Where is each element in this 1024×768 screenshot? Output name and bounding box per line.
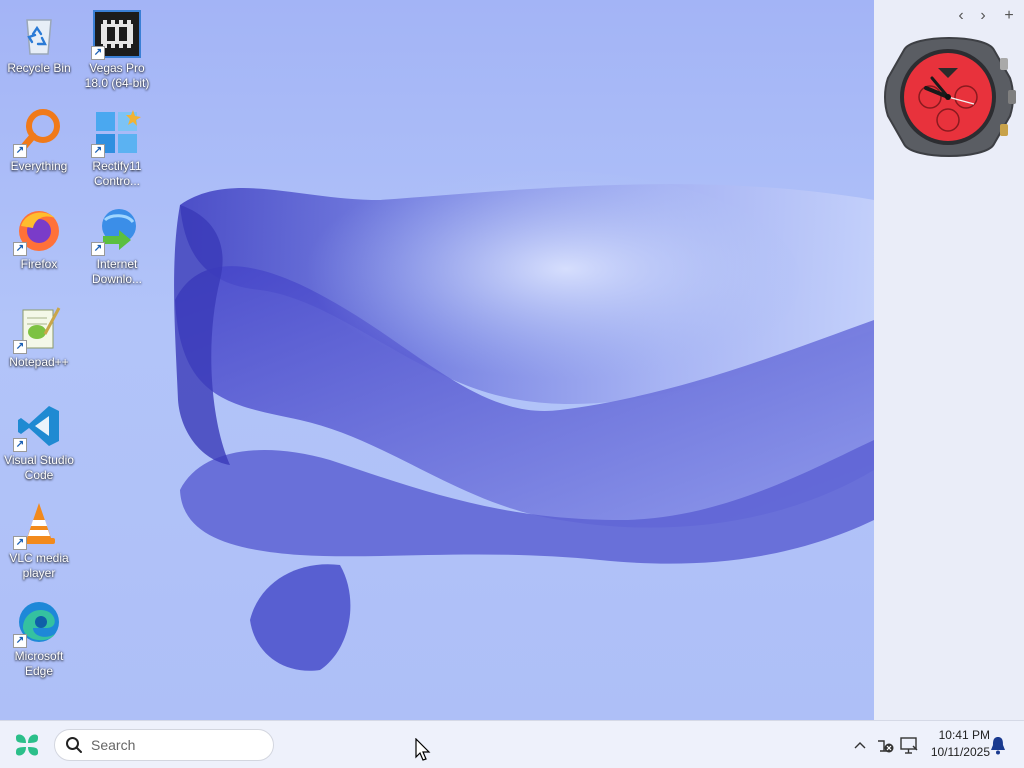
icon-label: Vegas Pro 18.0 (64-bit) — [84, 61, 150, 90]
add-widget-button[interactable]: + — [1000, 6, 1018, 26]
search-input[interactable] — [91, 737, 261, 753]
show-hidden-icons-button[interactable] — [852, 733, 868, 757]
icon-label: Firefox — [20, 257, 58, 271]
vscode-icon: ↗ — [13, 402, 63, 452]
desktop-icon-vegas-pro[interactable]: ↗ Vegas Pro 18.0 (64-bit) — [78, 6, 156, 98]
shortcut-arrow-icon: ↗ — [13, 536, 27, 550]
edge-icon: ↗ — [13, 598, 63, 648]
desktop-icon-edge[interactable]: ↗ Microsoft Edge — [0, 594, 78, 686]
taskbar-clock[interactable]: 10:41 PM 10/11/2025 — [920, 727, 990, 763]
rectify11-icon: ↗ — [91, 108, 141, 158]
clock-time: 10:41 PM — [938, 728, 990, 742]
everything-search-icon: ↗ — [13, 108, 63, 158]
desktop-icon-everything[interactable]: ↗ Everything — [0, 104, 78, 196]
icon-label: Everything — [10, 159, 68, 173]
internet-download-manager-icon: ↗ — [91, 206, 141, 256]
taskbar-search-box[interactable] — [54, 729, 274, 761]
shortcut-arrow-icon: ↗ — [13, 438, 27, 452]
desktop[interactable]: Recycle Bin ↗ Everything ↗ Firefox ↗ Not… — [0, 0, 874, 720]
analog-watch-gadget[interactable] — [882, 28, 1016, 166]
desktop-icon-firefox[interactable]: ↗ Firefox — [0, 202, 78, 294]
previous-widget-button[interactable]: ‹ — [952, 6, 970, 26]
taskbar: 10:41 PM 10/11/2025 — [0, 720, 1024, 768]
widgets-side-panel: ‹ › + — [874, 0, 1024, 720]
icon-label: VLC media player — [9, 551, 69, 580]
network-disconnected-tray-icon[interactable] — [876, 733, 896, 757]
icon-label: Microsoft Edge — [14, 649, 64, 678]
icon-label: Internet Downlo... — [91, 257, 143, 286]
monitor-icon — [900, 737, 918, 754]
icon-label: Rectify11 Contro... — [92, 159, 142, 188]
icon-label: Notepad++ — [9, 355, 69, 369]
recycle-bin-icon — [15, 10, 63, 58]
shortcut-arrow-icon: ↗ — [13, 144, 27, 158]
vegas-pro-icon: ↗ — [91, 10, 141, 60]
notepad-plus-plus-icon: ↗ — [13, 304, 63, 354]
start-button[interactable] — [12, 731, 42, 759]
desktop-icon-vlc[interactable]: ↗ VLC media player — [0, 496, 78, 588]
search-icon — [66, 737, 82, 753]
bell-icon — [991, 737, 1005, 755]
shortcut-arrow-icon: ↗ — [91, 242, 105, 256]
desktop-icon-recycle-bin[interactable]: Recycle Bin — [0, 6, 78, 98]
display-tray-icon[interactable] — [899, 733, 919, 757]
chevron-up-icon — [854, 742, 866, 749]
shortcut-arrow-icon: ↗ — [13, 340, 27, 354]
vlc-icon: ↗ — [13, 500, 63, 550]
shortcut-arrow-icon: ↗ — [13, 634, 27, 648]
desktop-icon-vscode[interactable]: ↗ Visual Studio Code — [0, 398, 78, 490]
desktop-icon-rectify11[interactable]: ↗ Rectify11 Contro... — [78, 104, 156, 196]
notifications-button[interactable] — [988, 733, 1008, 757]
shortcut-arrow-icon: ↗ — [13, 242, 27, 256]
desktop-icon-notepad-plus-plus[interactable]: ↗ Notepad++ — [0, 300, 78, 392]
icon-label: Recycle Bin — [7, 61, 71, 75]
windows-logo-icon — [16, 734, 38, 756]
network-error-icon — [878, 740, 894, 753]
desktop-icon-internet-download-manager[interactable]: ↗ Internet Downlo... — [78, 202, 156, 294]
firefox-icon: ↗ — [13, 206, 63, 256]
clock-date: 10/11/2025 — [930, 745, 990, 759]
next-widget-button[interactable]: › — [974, 6, 992, 26]
shortcut-arrow-icon: ↗ — [91, 46, 105, 60]
icon-label: Visual Studio Code — [4, 453, 74, 482]
shortcut-arrow-icon: ↗ — [91, 144, 105, 158]
